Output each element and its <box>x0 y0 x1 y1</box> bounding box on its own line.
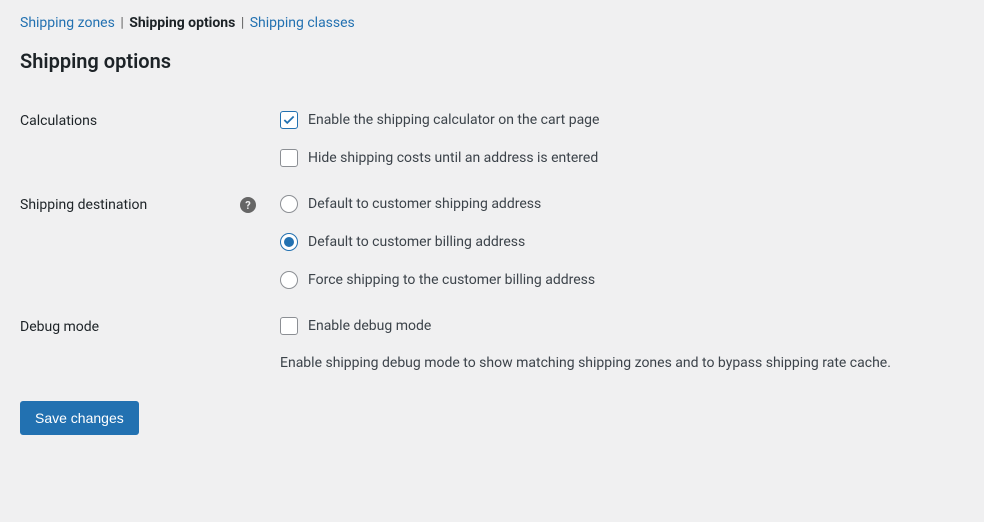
row-destination: Shipping destination ? Default to custom… <box>20 167 964 289</box>
row-calculations: Calculations Enable the shipping calcula… <box>20 83 964 167</box>
field-dest-billing[interactable]: Default to customer billing address <box>280 233 964 251</box>
checkbox-label: Enable debug mode <box>308 318 431 334</box>
check-icon <box>282 113 296 127</box>
checkbox-enable-calculator[interactable] <box>280 111 298 129</box>
save-button[interactable]: Save changes <box>20 401 139 435</box>
tab-shipping-classes[interactable]: Shipping classes <box>250 15 355 31</box>
page-title: Shipping options <box>0 31 984 83</box>
radio-dest-force[interactable] <box>280 271 298 289</box>
field-enable-debug[interactable]: Enable debug mode <box>280 317 964 335</box>
field-enable-calculator[interactable]: Enable the shipping calculator on the ca… <box>280 111 964 129</box>
field-dest-shipping[interactable]: Default to customer shipping address <box>280 195 964 213</box>
tab-shipping-zones[interactable]: Shipping zones <box>20 15 115 31</box>
radio-label: Default to customer billing address <box>308 234 525 250</box>
tab-shipping-options[interactable]: Shipping options <box>129 15 235 31</box>
tab-separator: | <box>241 15 244 31</box>
tab-separator: | <box>120 15 123 31</box>
label-calculations: Calculations <box>20 111 280 129</box>
checkbox-hide-costs[interactable] <box>280 149 298 167</box>
row-debug: Debug mode Enable debug mode Enable ship… <box>20 289 964 371</box>
radio-dest-billing[interactable] <box>280 233 298 251</box>
help-icon[interactable]: ? <box>240 197 256 213</box>
checkbox-enable-debug[interactable] <box>280 317 298 335</box>
checkbox-label: Hide shipping costs until an address is … <box>308 150 598 166</box>
shipping-subtabs: Shipping zones | Shipping options | Ship… <box>0 0 984 31</box>
field-hide-costs[interactable]: Hide shipping costs until an address is … <box>280 149 964 167</box>
label-debug: Debug mode <box>20 317 280 335</box>
radio-label: Force shipping to the customer billing a… <box>308 272 595 288</box>
label-destination: Shipping destination ? <box>20 195 280 213</box>
field-dest-force[interactable]: Force shipping to the customer billing a… <box>280 271 964 289</box>
radio-dest-shipping[interactable] <box>280 195 298 213</box>
checkbox-label: Enable the shipping calculator on the ca… <box>308 112 599 128</box>
radio-label: Default to customer shipping address <box>308 196 541 212</box>
debug-description: Enable shipping debug mode to show match… <box>280 355 964 371</box>
